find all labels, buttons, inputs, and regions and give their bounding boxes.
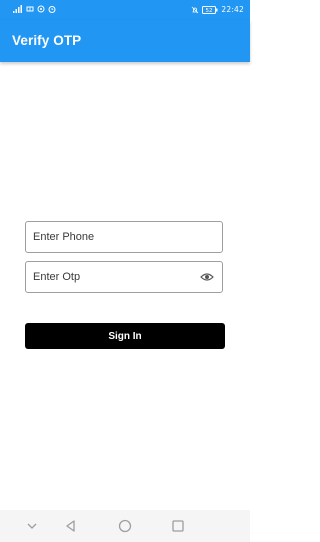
page-title: Verify OTP — [12, 33, 82, 48]
status-bar-left — [13, 5, 56, 13]
recents-square-icon[interactable] — [170, 518, 186, 534]
alarm-icon — [48, 6, 56, 13]
back-triangle-icon[interactable] — [63, 518, 79, 534]
app-bar: Verify OTP — [0, 20, 250, 62]
signal-icon — [13, 5, 22, 13]
phone-field — [25, 221, 223, 253]
data-saver-icon — [26, 6, 34, 12]
otp-input[interactable] — [26, 262, 222, 292]
phone-input[interactable] — [26, 222, 222, 252]
chevron-down-icon[interactable] — [24, 518, 40, 534]
notifications-off-icon — [192, 6, 199, 13]
sign-in-button[interactable]: Sign In — [25, 323, 225, 349]
status-bar: 52 22:42 — [0, 0, 250, 20]
status-time: 22:42 — [221, 5, 244, 14]
vpn-icon — [37, 5, 45, 13]
navigation-bar — [0, 510, 250, 542]
otp-field — [25, 261, 223, 293]
battery-level: 52 — [206, 8, 213, 14]
battery-icon: 52 — [202, 5, 218, 14]
status-bar-right: 52 22:42 — [191, 5, 244, 14]
eye-icon[interactable] — [200, 272, 214, 282]
home-circle-icon[interactable] — [117, 518, 133, 534]
